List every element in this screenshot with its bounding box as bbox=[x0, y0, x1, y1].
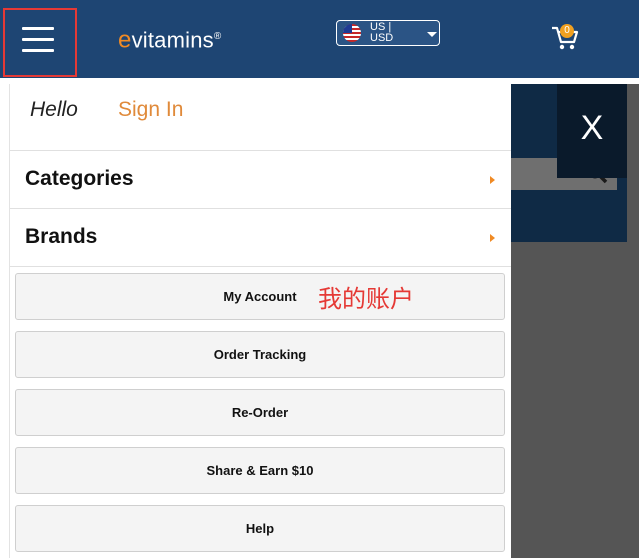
menu-icon[interactable] bbox=[22, 27, 54, 55]
greeting-row: Hello Sign In bbox=[10, 84, 511, 151]
annotation-my-account: 我的账户 bbox=[318, 285, 414, 313]
categories-label: Categories bbox=[25, 167, 134, 190]
close-menu-button[interactable]: X bbox=[557, 84, 627, 178]
logo-e: e bbox=[118, 26, 132, 54]
chevron-right-icon bbox=[490, 176, 495, 184]
region-selector[interactable]: US | USD bbox=[336, 20, 440, 46]
share-earn-button[interactable]: Share & Earn $10 bbox=[15, 447, 505, 494]
my-account-button[interactable]: My Account bbox=[15, 273, 505, 320]
region-label: US | USD bbox=[370, 22, 420, 44]
logo-text: vitamins bbox=[131, 27, 214, 53]
hello-text: Hello bbox=[30, 98, 78, 121]
close-icon[interactable]: X bbox=[557, 108, 627, 148]
cart-count-badge: 0 bbox=[560, 24, 574, 38]
top-header: evitamins® US | USD 0 bbox=[0, 0, 639, 78]
sign-in-link[interactable]: Sign In bbox=[118, 98, 183, 122]
chevron-right-icon bbox=[490, 234, 495, 242]
flag-icon bbox=[343, 24, 361, 42]
region-currency: USD bbox=[370, 32, 394, 44]
menu-item-categories[interactable]: Categories bbox=[10, 151, 511, 209]
re-order-button[interactable]: Re-Order bbox=[15, 389, 505, 436]
menu-item-brands[interactable]: Brands bbox=[10, 209, 511, 267]
menu-highlight-box[interactable] bbox=[3, 8, 77, 77]
side-menu: Hello Sign In Categories Brands My Accou… bbox=[9, 84, 511, 558]
brands-label: Brands bbox=[25, 225, 98, 248]
help-button[interactable]: Help bbox=[15, 505, 505, 552]
logo-reg: ® bbox=[213, 31, 222, 42]
chevron-down-icon bbox=[427, 32, 437, 37]
evitamins-logo[interactable]: evitamins® bbox=[118, 22, 222, 54]
order-tracking-button[interactable]: Order Tracking bbox=[15, 331, 505, 378]
